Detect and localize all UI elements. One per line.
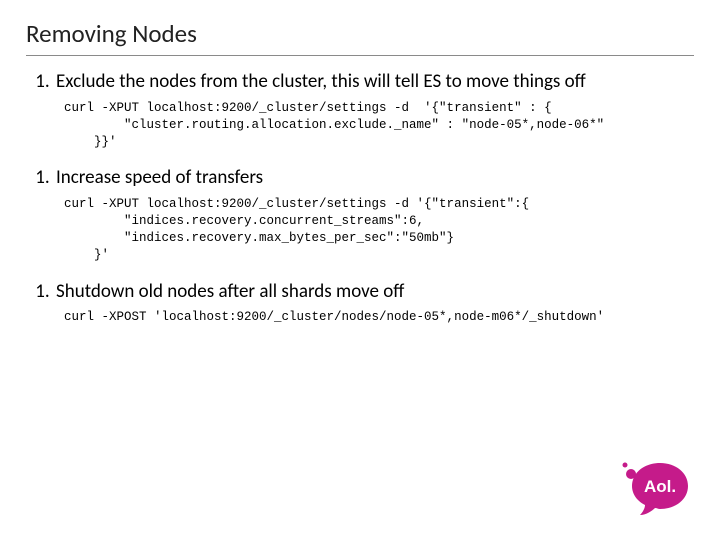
list-item: Increase speed of transfers — [54, 166, 694, 190]
list-item: Shutdown old nodes after all shards move… — [54, 280, 694, 304]
aol-logo: Aol. — [620, 461, 694, 522]
code-block: curl -XPUT localhost:9200/_cluster/setti… — [64, 196, 694, 264]
code-block: curl -XPOST 'localhost:9200/_cluster/nod… — [64, 309, 694, 326]
list-item: Exclude the nodes from the cluster, this… — [54, 70, 694, 94]
step-list-3: Shutdown old nodes after all shards move… — [26, 280, 694, 304]
speech-bubble-icon: Aol. — [620, 461, 694, 517]
list-item-text: Exclude the nodes from the cluster, this… — [56, 70, 586, 93]
step-list-1: Exclude the nodes from the cluster, this… — [26, 70, 694, 94]
logo-text: Aol. — [644, 477, 676, 496]
title-underline — [26, 55, 694, 56]
page-title: Removing Nodes — [26, 18, 694, 49]
list-item-text: Increase speed of transfers — [56, 166, 263, 189]
code-block: curl -XPUT localhost:9200/_cluster/setti… — [64, 100, 694, 151]
step-list-2: Increase speed of transfers — [26, 166, 694, 190]
slide: Removing Nodes Exclude the nodes from th… — [0, 0, 720, 540]
list-item-text: Shutdown old nodes after all shards move… — [56, 280, 404, 303]
